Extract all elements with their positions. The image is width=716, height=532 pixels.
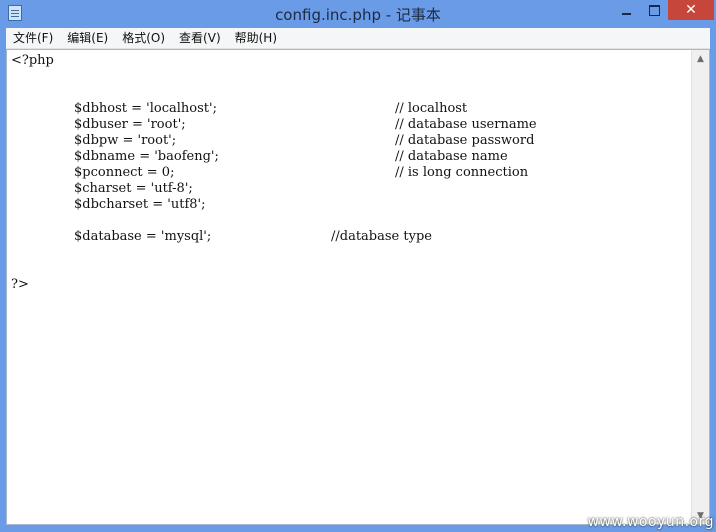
menu-bar: 文件(F) 编辑(E) 格式(O) 查看(V) 帮助(H)	[6, 28, 710, 49]
window-title: config.inc.php - 记事本	[275, 6, 441, 24]
code-line: $charset = 'utf-8';	[11, 181, 691, 197]
code-comment: // database username	[395, 117, 537, 132]
code-comment: //database type	[331, 229, 432, 244]
code-comment: // is long connection	[395, 165, 529, 180]
menu-view[interactable]: 查看(V)	[172, 28, 228, 48]
code-text: $database = 'mysql';	[74, 229, 212, 244]
minimize-button[interactable]	[612, 0, 640, 20]
code-line: $dbuser = 'root'; // database username	[11, 117, 691, 133]
code-comment: // localhost	[395, 101, 468, 116]
menu-edit[interactable]: 编辑(E)	[60, 28, 115, 48]
maximize-icon	[648, 4, 660, 16]
code-text: $pconnect = 0;	[74, 165, 175, 180]
vertical-scrollbar[interactable]: ▲ ▼	[691, 50, 709, 524]
code-line: $dbpw = 'root'; // database password	[11, 133, 691, 149]
scroll-up-icon[interactable]: ▲	[692, 50, 709, 67]
database-line: $database = 'mysql'; //database type	[11, 229, 691, 245]
text-editor[interactable]: <?php $dbhost = 'localhost'; // localhos…	[6, 49, 710, 525]
menu-format[interactable]: 格式(O)	[115, 28, 172, 48]
maximize-button[interactable]	[640, 0, 668, 20]
code-line: $dbname = 'baofeng'; // database name	[11, 149, 691, 165]
code-text: $dbpw = 'root';	[74, 133, 177, 148]
close-tag-line: ?>	[11, 277, 29, 292]
editor-content[interactable]: <?php $dbhost = 'localhost'; // localhos…	[11, 53, 691, 521]
code-text: $dbcharset = 'utf8';	[74, 197, 206, 212]
code-line: $dbhost = 'localhost'; // localhost	[11, 101, 691, 117]
code-comment: // database name	[395, 149, 508, 164]
code-line: $dbcharset = 'utf8';	[11, 197, 691, 213]
menu-file[interactable]: 文件(F)	[6, 28, 60, 48]
close-icon: ✕	[685, 2, 697, 18]
code-line: $pconnect = 0; // is long connection	[11, 165, 691, 181]
open-tag-line: <?php	[11, 53, 54, 68]
notepad-window: config.inc.php - 记事本 ✕ 文件(F) 编辑(E) 格式(O)…	[0, 0, 716, 532]
title-bar[interactable]: config.inc.php - 记事本 ✕	[0, 0, 716, 28]
code-text: $dbname = 'baofeng';	[74, 149, 219, 164]
menu-help[interactable]: 帮助(H)	[228, 28, 284, 48]
close-button[interactable]: ✕	[668, 0, 714, 20]
minimize-icon	[621, 13, 631, 15]
code-comment: // database password	[395, 133, 535, 148]
code-text: $charset = 'utf-8';	[74, 181, 193, 196]
code-text: $dbhost = 'localhost';	[74, 101, 217, 116]
watermark: www.wooyun.org	[587, 514, 714, 530]
code-text: $dbuser = 'root';	[74, 117, 186, 132]
